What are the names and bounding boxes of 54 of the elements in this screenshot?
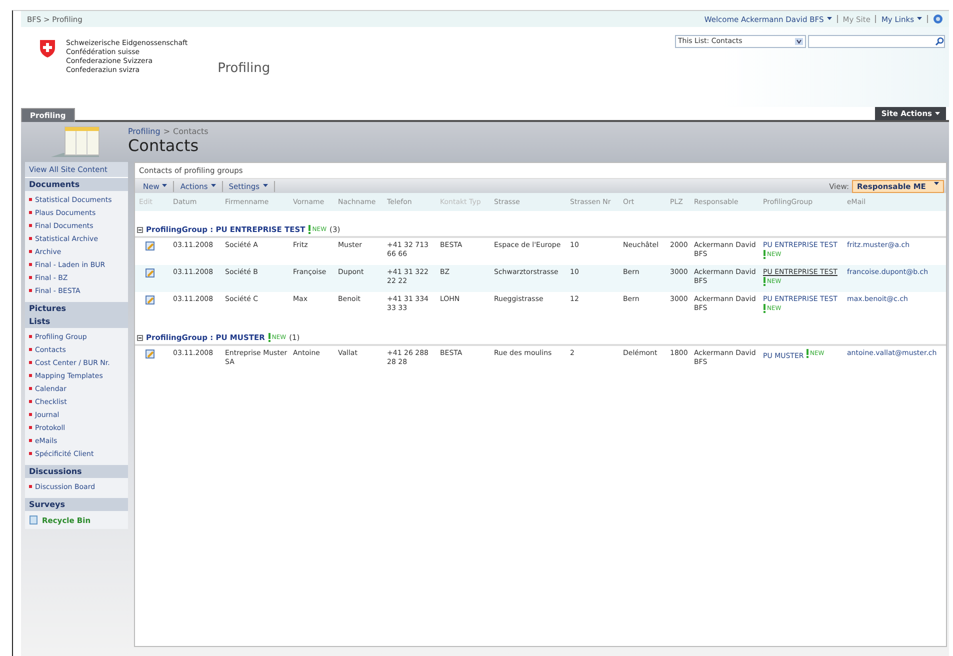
bullet-icon [29, 361, 32, 364]
caret-icon [826, 17, 832, 21]
exclamation-icon [763, 277, 766, 286]
bullet-icon [29, 374, 32, 377]
bullet-icon [29, 224, 32, 227]
edit-icon[interactable] [145, 241, 155, 251]
search-icon[interactable] [935, 36, 944, 46]
breadcrumb-separator: > [163, 127, 170, 136]
bullet-icon [29, 439, 32, 442]
caret-icon [934, 182, 939, 186]
nav-section-heading[interactable]: Discussions [25, 465, 128, 478]
bullet-icon [29, 289, 32, 292]
bullet-icon [29, 400, 32, 403]
caret-icon [917, 17, 922, 21]
caret-icon [162, 184, 168, 188]
exclamation-icon [763, 304, 766, 313]
site-title: Profiling [218, 61, 270, 76]
caret-icon [262, 184, 268, 188]
exclamation-icon [806, 349, 809, 358]
collapse-icon[interactable] [137, 226, 143, 232]
swiss-shield-icon [39, 39, 56, 58]
exclamation-icon [268, 333, 271, 342]
nav-section-heading[interactable]: Documents [25, 178, 128, 191]
bullet-icon [29, 237, 32, 240]
edit-icon[interactable] [145, 295, 155, 305]
bullet-icon [29, 263, 32, 266]
bullet-icon [29, 426, 32, 429]
search-field[interactable] [808, 34, 945, 48]
edit-icon[interactable] [145, 349, 155, 359]
nav-section-heading[interactable]: Lists [25, 315, 128, 328]
bullet-icon [29, 198, 32, 201]
breadcrumb-current: Contacts [173, 127, 208, 136]
bullet-icon [29, 452, 32, 455]
dropdown-arrow-icon[interactable] [795, 38, 803, 44]
exclamation-icon [763, 250, 766, 259]
nav-section-heading[interactable]: Pictures [25, 302, 128, 315]
bullet-icon [29, 335, 32, 338]
edit-icon[interactable] [145, 268, 155, 278]
bullet-icon [29, 276, 32, 279]
bullet-icon [29, 348, 32, 351]
breadcrumb-link[interactable]: Profiling [128, 127, 160, 136]
page-title: Contacts [128, 136, 200, 155]
bullet-icon [29, 387, 32, 390]
collapse-icon[interactable] [137, 334, 143, 340]
nav-section-heading[interactable]: Surveys [25, 498, 128, 511]
bullet-icon [29, 485, 32, 488]
bullet-icon [29, 211, 32, 214]
caret-icon [210, 184, 216, 188]
recycle-bin-icon [29, 515, 38, 525]
exclamation-icon [308, 225, 312, 234]
caret-icon [935, 112, 940, 116]
bullet-icon [29, 413, 32, 416]
help-icon[interactable] [933, 14, 943, 24]
bullet-icon [29, 250, 32, 253]
